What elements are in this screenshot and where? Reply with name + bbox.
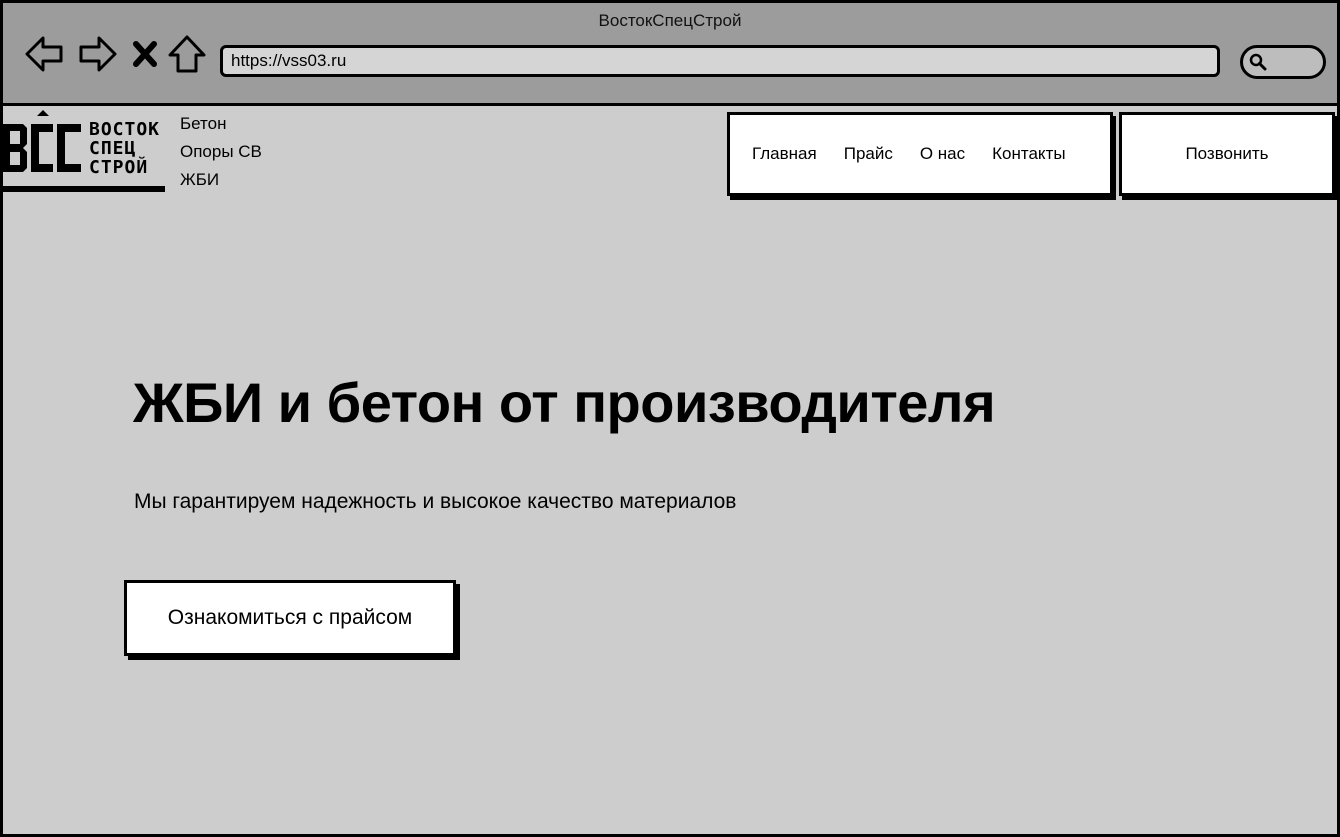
- menu-item-about[interactable]: О нас: [920, 144, 965, 164]
- address-bar[interactable]: https://vss03.ru: [220, 45, 1220, 77]
- home-icon[interactable]: [166, 33, 208, 75]
- link-zhbi[interactable]: ЖБИ: [180, 166, 262, 194]
- page-content: ВОСТОК СПЕЦ СТРОЙ Бетон Опоры СВ ЖБИ Гла…: [3, 106, 1337, 834]
- link-opory-sv[interactable]: Опоры СВ: [180, 138, 262, 166]
- close-icon[interactable]: [127, 33, 163, 75]
- main-menu: Главная Прайс О нас Контакты: [727, 112, 1113, 196]
- view-price-button[interactable]: Ознакомиться с прайсом: [124, 580, 456, 656]
- link-beton[interactable]: Бетон: [180, 110, 262, 138]
- logo[interactable]: ВОСТОК СПЕЦ СТРОЙ: [3, 110, 165, 192]
- logo-mark-icon: [3, 110, 81, 172]
- logo-text: ВОСТОК СПЕЦ СТРОЙ: [89, 120, 160, 177]
- call-button[interactable]: Позвонить: [1119, 112, 1335, 196]
- url-text: https://vss03.ru: [231, 51, 347, 70]
- browser-toolbar: ВостокСпецСтрой https://vss03.ru: [3, 3, 1337, 106]
- browser-search-button[interactable]: [1240, 45, 1326, 79]
- browser-window: ВостокСпецСтрой https://vss03.ru ВОСТОК …: [0, 0, 1340, 837]
- logo-line-2: СПЕЦ: [89, 138, 137, 159]
- hero-subtitle: Мы гарантируем надежность и высокое каче…: [134, 490, 737, 513]
- hero-title: ЖБИ и бетон от производителя: [133, 371, 996, 434]
- search-icon: [1249, 53, 1267, 71]
- product-links: Бетон Опоры СВ ЖБИ: [180, 110, 262, 194]
- logo-line-3: СТРОЙ: [89, 157, 149, 178]
- forward-arrow-icon[interactable]: [77, 33, 119, 75]
- back-arrow-icon[interactable]: [23, 33, 65, 75]
- menu-item-contacts[interactable]: Контакты: [992, 144, 1065, 164]
- menu-item-price[interactable]: Прайс: [844, 144, 893, 164]
- window-title: ВостокСпецСтрой: [598, 11, 742, 30]
- menu-item-home[interactable]: Главная: [752, 144, 817, 164]
- logo-line-1: ВОСТОК: [89, 119, 161, 140]
